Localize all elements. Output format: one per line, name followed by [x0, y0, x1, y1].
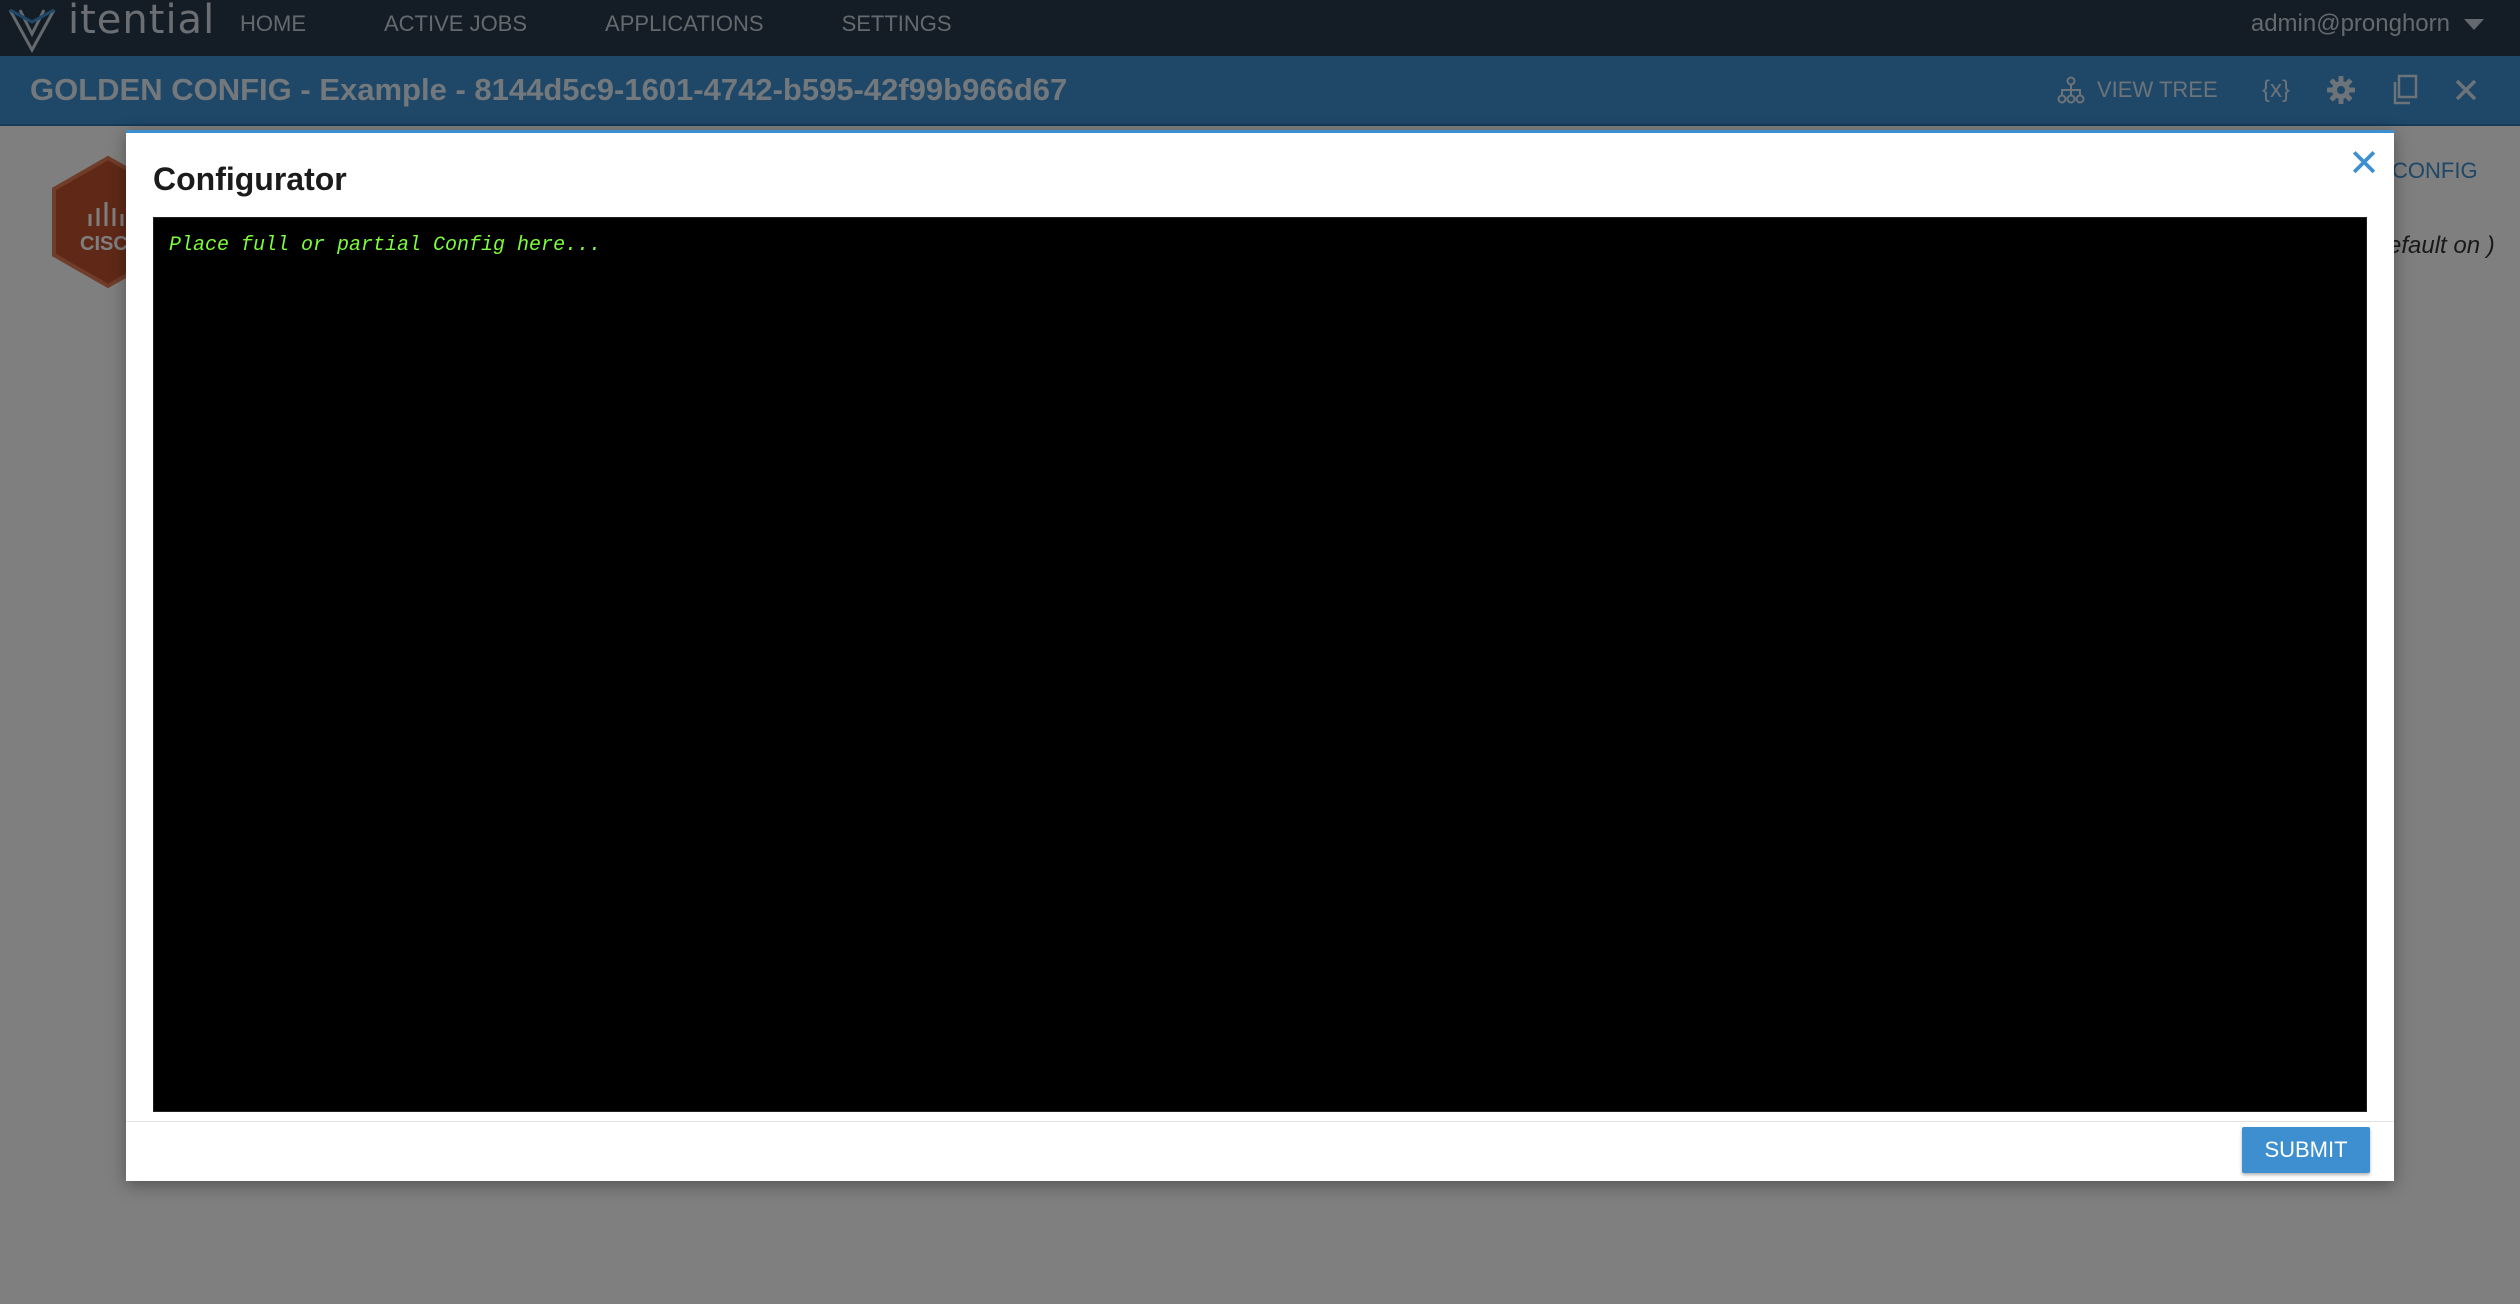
submit-button[interactable]: SUBMIT [2242, 1127, 2370, 1173]
modal-footer: SUBMIT [126, 1121, 2394, 1182]
configurator-modal: Configurator ✕ Place full or partial Con… [126, 130, 2394, 1181]
modal-title: Configurator [153, 161, 347, 197]
modal-close-icon[interactable]: ✕ [2348, 145, 2380, 183]
config-editor[interactable]: Place full or partial Config here... [153, 217, 2367, 1112]
editor-placeholder: Place full or partial Config here... [169, 234, 602, 257]
